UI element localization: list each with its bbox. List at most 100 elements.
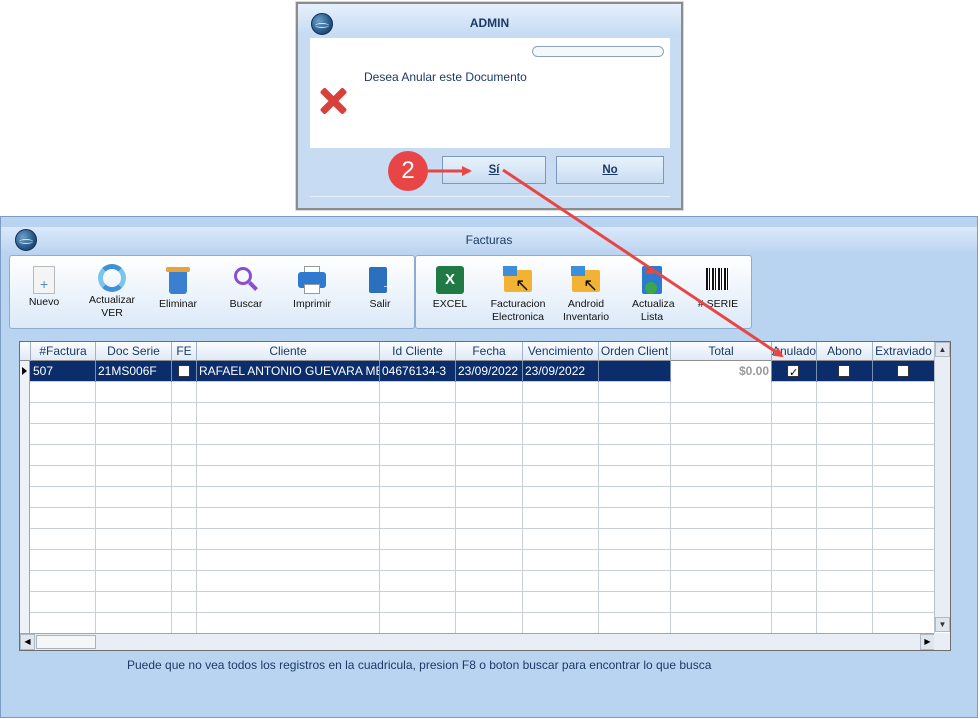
empty-cell[interactable]: [31, 592, 96, 613]
empty-cell[interactable]: [671, 529, 772, 550]
extraviado-checkbox[interactable]: [897, 365, 909, 377]
empty-cell[interactable]: [172, 382, 197, 403]
column-header-abono[interactable]: Abono: [817, 342, 873, 361]
empty-cell[interactable]: [671, 508, 772, 529]
empty-cell[interactable]: [523, 487, 599, 508]
cell-factura[interactable]: 507: [31, 361, 96, 382]
empty-cell[interactable]: [523, 382, 599, 403]
empty-cell[interactable]: [817, 529, 873, 550]
empty-cell[interactable]: [172, 571, 197, 592]
empty-cell[interactable]: [817, 424, 873, 445]
column-header-orden-cliente[interactable]: Orden Client: [599, 342, 671, 361]
empty-cell[interactable]: [817, 445, 873, 466]
empty-cell[interactable]: [197, 403, 380, 424]
empty-cell[interactable]: [873, 466, 935, 487]
serial-button[interactable]: # SERIE: [687, 260, 749, 326]
empty-cell[interactable]: [817, 571, 873, 592]
empty-cell[interactable]: [523, 550, 599, 571]
empty-cell[interactable]: [873, 571, 935, 592]
empty-cell[interactable]: [380, 487, 456, 508]
empty-table-row[interactable]: [20, 613, 935, 634]
row-selector[interactable]: [20, 445, 30, 466]
empty-cell[interactable]: [817, 403, 873, 424]
cell-orden-cliente[interactable]: [599, 361, 671, 382]
empty-cell[interactable]: [873, 487, 935, 508]
empty-cell[interactable]: [96, 466, 172, 487]
anulado-checkbox[interactable]: [787, 363, 799, 382]
empty-cell[interactable]: [817, 382, 873, 403]
empty-cell[interactable]: [523, 571, 599, 592]
empty-cell[interactable]: [772, 403, 817, 424]
empty-cell[interactable]: [96, 592, 172, 613]
empty-cell[interactable]: [671, 592, 772, 613]
empty-cell[interactable]: [96, 613, 172, 634]
empty-cell[interactable]: [599, 613, 671, 634]
android-inventory-button[interactable]: ↖ Android Inventario: [555, 260, 617, 326]
empty-cell[interactable]: [817, 592, 873, 613]
empty-cell[interactable]: [96, 445, 172, 466]
empty-cell[interactable]: [523, 613, 599, 634]
row-selector[interactable]: [20, 382, 30, 403]
empty-cell[interactable]: [772, 466, 817, 487]
empty-cell[interactable]: [599, 403, 671, 424]
empty-cell[interactable]: [873, 550, 935, 571]
empty-cell[interactable]: [172, 403, 197, 424]
empty-cell[interactable]: [31, 613, 96, 634]
scroll-up-arrow-icon[interactable]: ▲: [935, 342, 950, 357]
row-selector[interactable]: [20, 424, 30, 445]
column-header-vencimiento[interactable]: Vencimiento: [523, 342, 599, 361]
scroll-down-arrow-icon[interactable]: ▼: [935, 617, 950, 632]
vertical-scrollbar[interactable]: ▲ ▼: [934, 342, 950, 632]
empty-cell[interactable]: [380, 403, 456, 424]
empty-cell[interactable]: [380, 613, 456, 634]
empty-cell[interactable]: [96, 550, 172, 571]
empty-cell[interactable]: [197, 508, 380, 529]
refresh-view-button[interactable]: Actualizar VER: [81, 260, 143, 326]
cell-fecha[interactable]: 23/09/2022: [456, 361, 523, 382]
empty-cell[interactable]: [456, 424, 523, 445]
empty-cell[interactable]: [96, 403, 172, 424]
empty-cell[interactable]: [172, 424, 197, 445]
empty-cell[interactable]: [523, 466, 599, 487]
row-selector[interactable]: [20, 508, 30, 529]
no-button[interactable]: No: [556, 156, 664, 184]
scroll-left-arrow-icon[interactable]: ◀: [20, 634, 35, 650]
empty-cell[interactable]: [671, 445, 772, 466]
empty-cell[interactable]: [380, 550, 456, 571]
empty-cell[interactable]: [817, 508, 873, 529]
row-selector[interactable]: [20, 571, 30, 592]
scroll-right-arrow-icon[interactable]: ▶: [920, 634, 935, 650]
column-header-anulado[interactable]: Anulado: [772, 342, 817, 361]
empty-cell[interactable]: [456, 403, 523, 424]
empty-cell[interactable]: [599, 529, 671, 550]
row-selector[interactable]: [20, 550, 30, 571]
empty-cell[interactable]: [772, 550, 817, 571]
empty-cell[interactable]: [873, 403, 935, 424]
column-header-fecha[interactable]: Fecha: [456, 342, 523, 361]
empty-cell[interactable]: [817, 613, 873, 634]
empty-table-row[interactable]: [20, 382, 935, 403]
cell-fe[interactable]: [172, 361, 197, 382]
empty-cell[interactable]: [380, 382, 456, 403]
row-selector[interactable]: [20, 466, 30, 487]
empty-cell[interactable]: [380, 529, 456, 550]
empty-cell[interactable]: [671, 571, 772, 592]
empty-cell[interactable]: [197, 424, 380, 445]
empty-cell[interactable]: [380, 508, 456, 529]
column-header-cliente[interactable]: Cliente: [197, 342, 380, 361]
row-selector[interactable]: [20, 403, 30, 424]
empty-cell[interactable]: [96, 382, 172, 403]
empty-cell[interactable]: [772, 508, 817, 529]
invoices-grid[interactable]: #Factura Doc Serie FE Cliente Id Cliente…: [19, 341, 951, 651]
empty-cell[interactable]: [873, 508, 935, 529]
empty-table-row[interactable]: [20, 445, 935, 466]
empty-cell[interactable]: [197, 550, 380, 571]
new-button[interactable]: Nuevo: [13, 260, 75, 326]
empty-cell[interactable]: [523, 445, 599, 466]
empty-cell[interactable]: [380, 466, 456, 487]
empty-cell[interactable]: [671, 403, 772, 424]
empty-cell[interactable]: [873, 613, 935, 634]
empty-cell[interactable]: [31, 424, 96, 445]
empty-cell[interactable]: [172, 550, 197, 571]
empty-cell[interactable]: [172, 592, 197, 613]
